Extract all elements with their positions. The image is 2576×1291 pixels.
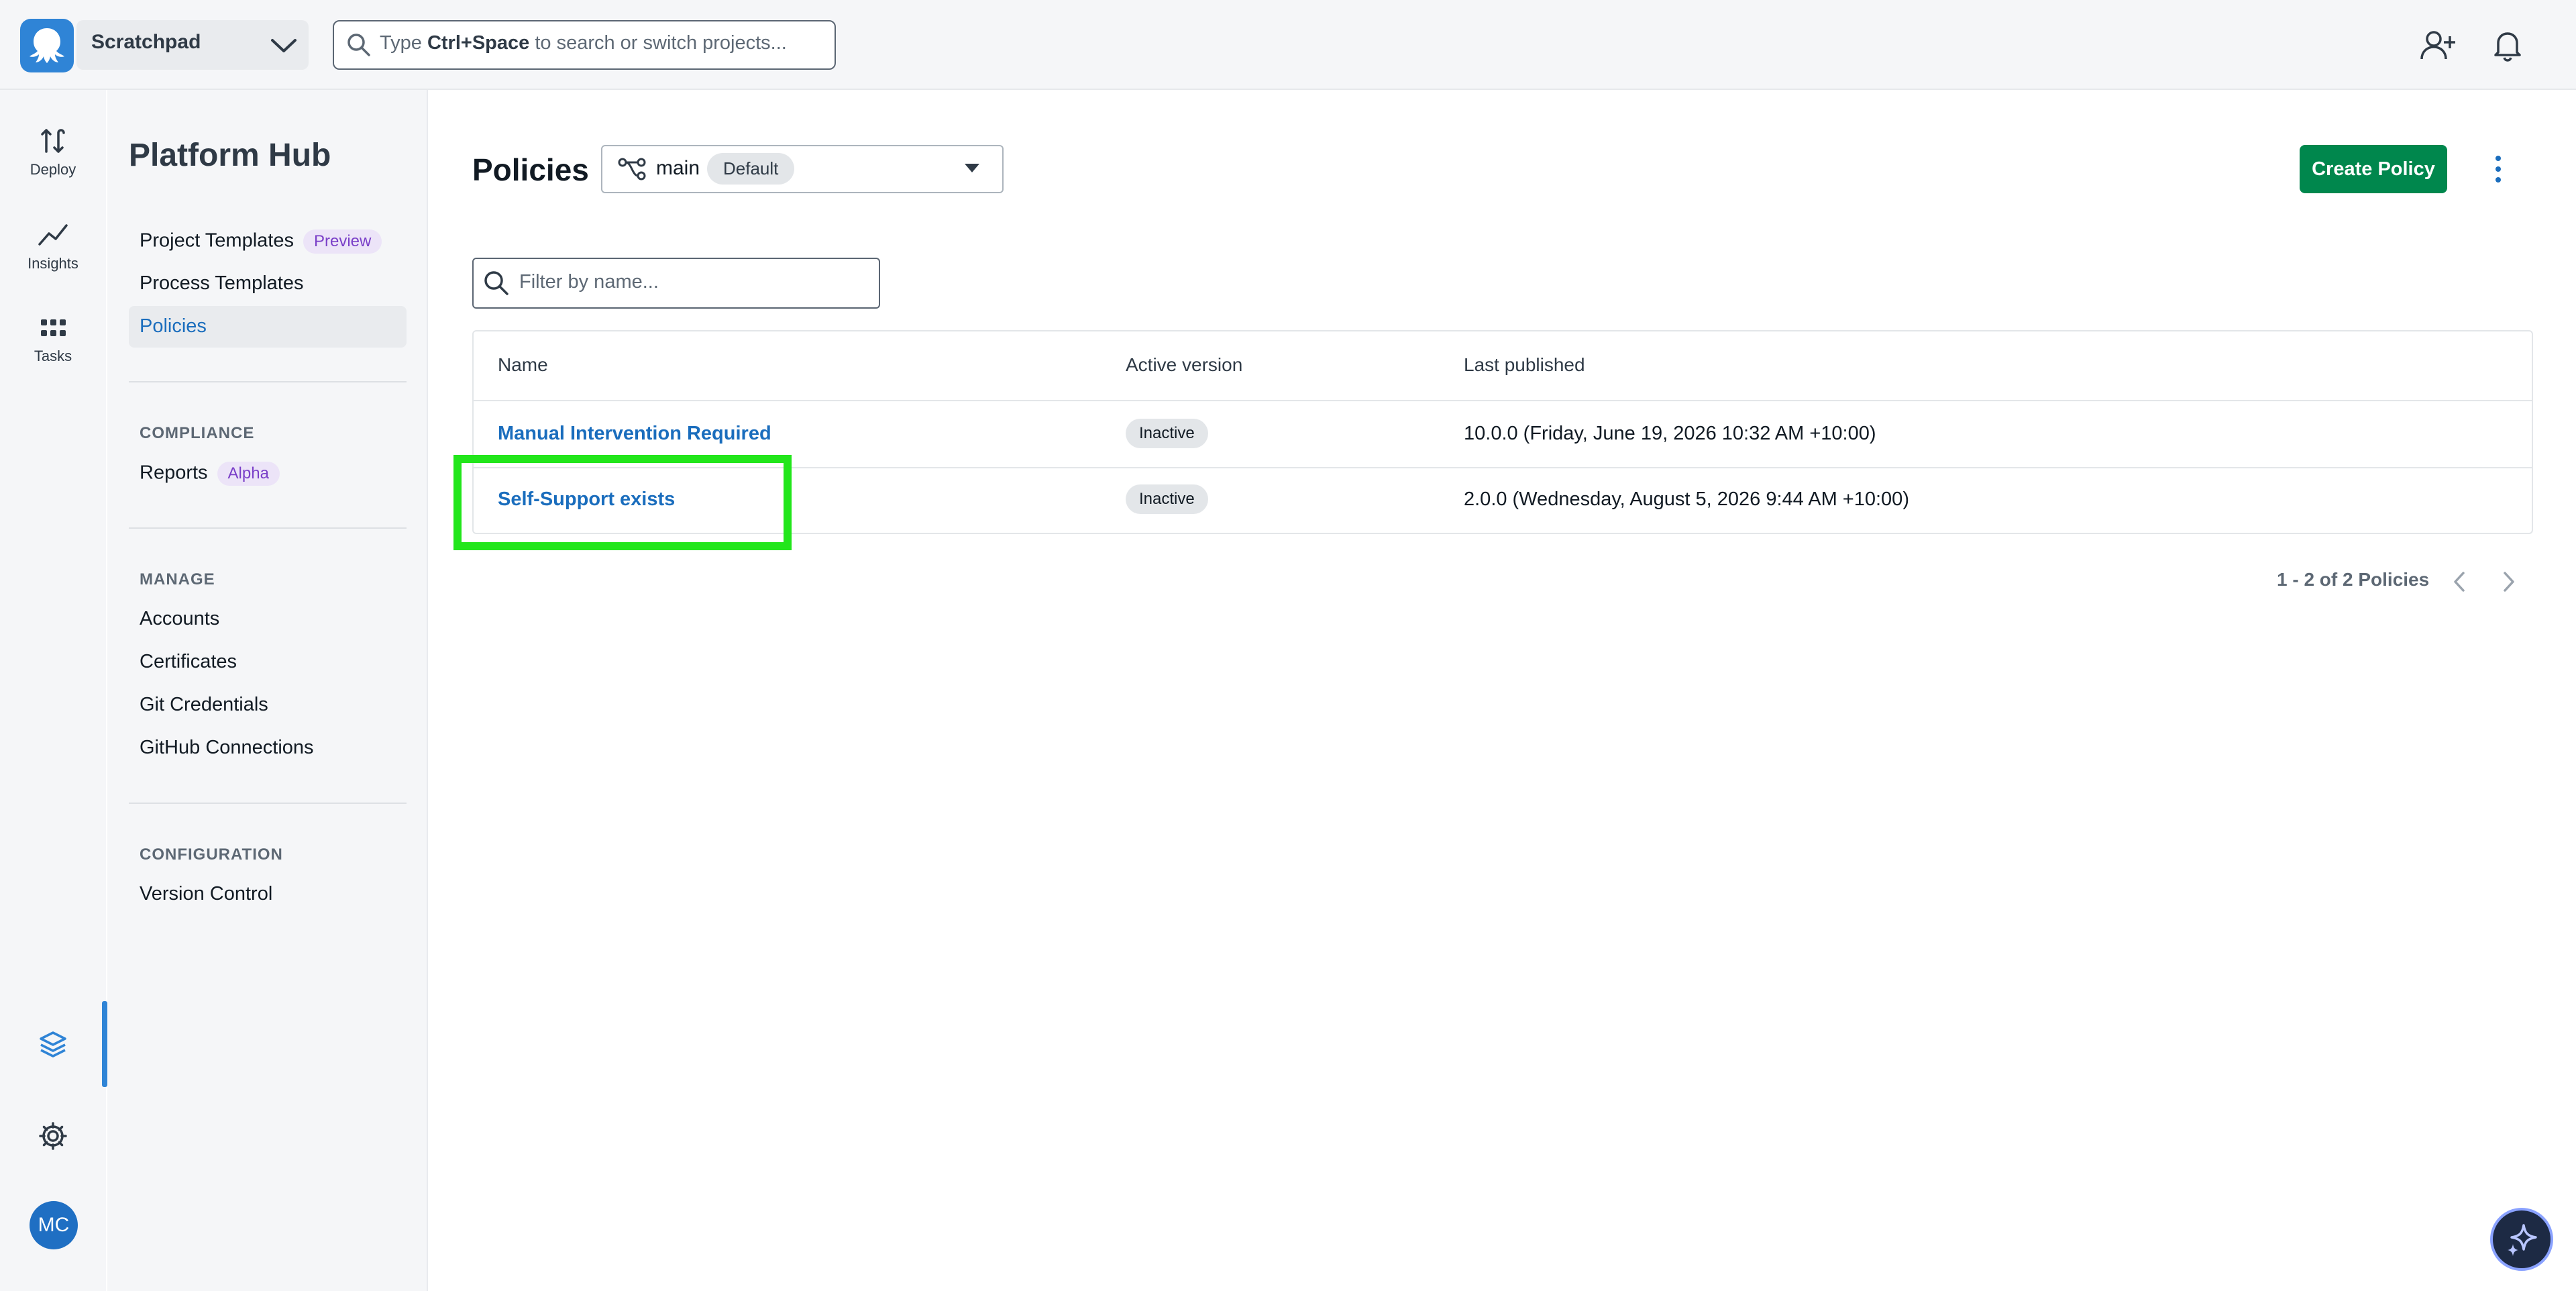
section-heading-configuration: CONFIGURATION bbox=[140, 845, 283, 864]
branch-name: main bbox=[656, 157, 700, 179]
table-divider bbox=[474, 400, 2532, 401]
rail-label: Insights bbox=[28, 255, 78, 272]
last-published-value: 10.0.0 (Friday, June 19, 2026 10:32 AM +… bbox=[1464, 423, 1876, 444]
section-heading-manage: MANAGE bbox=[140, 570, 215, 588]
policy-link[interactable]: Manual Intervention Required bbox=[498, 423, 771, 445]
last-published-value: 2.0.0 (Wednesday, August 5, 2026 9:44 AM… bbox=[1464, 488, 1909, 510]
platform-hub-sidebar bbox=[107, 90, 428, 1291]
sparkle-icon bbox=[2508, 1224, 2537, 1256]
sidebar-item-label: Reports bbox=[140, 462, 208, 484]
chevron-right-icon[interactable] bbox=[2500, 570, 2518, 593]
rail-item-tasks[interactable]: Tasks bbox=[0, 315, 106, 365]
sidebar-item-label: Project Templates bbox=[140, 229, 294, 252]
default-branch-badge: Default bbox=[707, 153, 795, 185]
sidebar-item-certificates[interactable]: Certificates bbox=[140, 651, 237, 673]
create-policy-button[interactable]: Create Policy bbox=[2300, 145, 2447, 193]
filter-placeholder: Filter by name... bbox=[519, 271, 659, 293]
status-badge: Inactive bbox=[1126, 419, 1208, 448]
section-heading-compliance: COMPLIANCE bbox=[140, 424, 255, 442]
sidebar-title: Platform Hub bbox=[129, 138, 331, 173]
search-icon bbox=[483, 270, 510, 297]
sidebar-item-version-control[interactable]: Version Control bbox=[140, 883, 272, 905]
rail-active-indicator bbox=[102, 1001, 107, 1087]
alpha-badge: Alpha bbox=[217, 462, 280, 486]
divider bbox=[129, 803, 407, 804]
project-name: Scratchpad bbox=[91, 31, 201, 53]
column-header-active-version: Active version bbox=[1126, 354, 1243, 375]
column-header-name: Name bbox=[498, 354, 548, 375]
column-header-last-published: Last published bbox=[1464, 354, 1585, 375]
chevron-down-icon bbox=[268, 34, 299, 56]
sidebar-item-policies[interactable]: Policies bbox=[140, 315, 207, 338]
rail-item-insights[interactable]: Insights bbox=[0, 220, 106, 272]
pagination-summary: 1 - 2 of 2 Policies bbox=[2277, 569, 2430, 590]
chevron-left-icon[interactable] bbox=[2450, 570, 2469, 593]
sidebar-item-project-templates[interactable]: Project Templates Preview bbox=[140, 229, 382, 254]
insights-icon bbox=[38, 224, 68, 246]
rail-item-deploy[interactable]: Deploy bbox=[0, 126, 106, 178]
rail-label: Deploy bbox=[30, 161, 76, 178]
notification-bell-icon[interactable] bbox=[2493, 30, 2522, 62]
sidebar-item-process-templates[interactable]: Process Templates bbox=[140, 272, 303, 295]
status-badge: Inactive bbox=[1126, 484, 1208, 514]
ai-assistant-button[interactable] bbox=[2490, 1208, 2553, 1271]
search-icon bbox=[346, 32, 372, 58]
add-user-icon[interactable] bbox=[2420, 30, 2455, 62]
preview-badge: Preview bbox=[303, 229, 382, 254]
octopus-logo-icon[interactable] bbox=[20, 19, 74, 72]
highlight-box bbox=[453, 455, 792, 550]
rail-label: Tasks bbox=[34, 348, 72, 364]
divider bbox=[129, 527, 407, 529]
search-placeholder: Type Ctrl+Space to search or switch proj… bbox=[380, 32, 787, 54]
platform-hub-layers-icon[interactable] bbox=[38, 1029, 68, 1060]
deploy-icon bbox=[41, 129, 65, 153]
more-options-icon[interactable] bbox=[2493, 152, 2504, 187]
gear-icon[interactable] bbox=[38, 1121, 68, 1151]
page-title: Policies bbox=[472, 152, 589, 187]
sidebar-item-reports[interactable]: Reports Alpha bbox=[140, 462, 280, 486]
avatar[interactable]: MC bbox=[30, 1201, 78, 1249]
sidebar-item-git-credentials[interactable]: Git Credentials bbox=[140, 694, 268, 716]
divider bbox=[129, 381, 407, 382]
caret-down-icon bbox=[962, 161, 982, 174]
tasks-icon bbox=[41, 319, 66, 336]
sidebar-item-github-connections[interactable]: GitHub Connections bbox=[140, 737, 314, 759]
git-branch-icon bbox=[617, 156, 647, 183]
sidebar-item-accounts[interactable]: Accounts bbox=[140, 608, 219, 630]
